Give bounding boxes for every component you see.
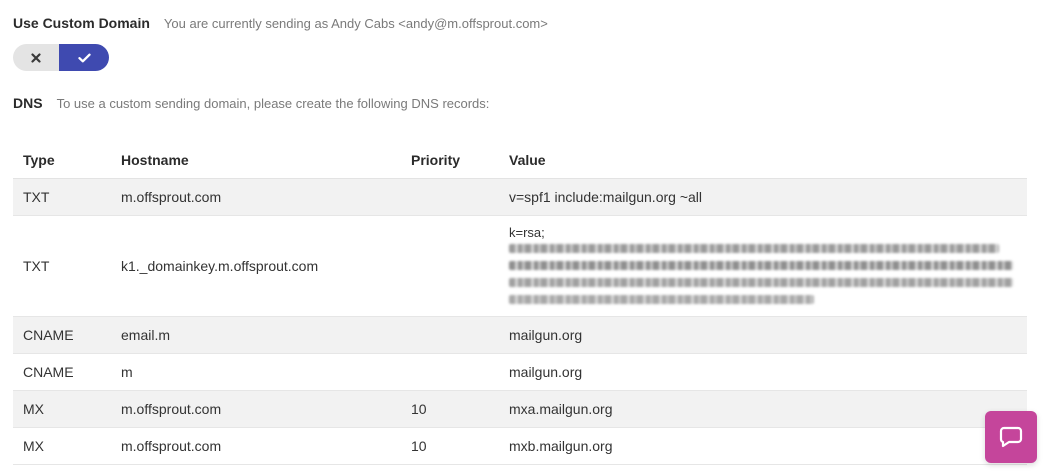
dns-instructions: To use a custom sending domain, please c… <box>56 96 490 111</box>
cell-type: TXT <box>13 178 111 216</box>
table-header-row: Type Hostname Priority Value <box>13 141 1027 179</box>
redacted-line <box>509 294 814 304</box>
x-icon <box>31 52 41 63</box>
table-row: TXT k1._domainkey.m.offsprout.com k=rsa; <box>13 215 1027 317</box>
cell-type: TXT <box>13 215 111 317</box>
cell-value: mailgun.org <box>499 316 1027 354</box>
check-icon <box>77 53 91 62</box>
cell-value: mxb.mailgun.org <box>499 427 1027 465</box>
cell-priority: 10 <box>401 427 499 465</box>
table-row: CNAME email.m mailgun.org <box>13 316 1027 354</box>
dns-title: DNS <box>13 95 43 111</box>
table-row: TXT m.offsprout.com v=spf1 include:mailg… <box>13 178 1027 216</box>
custom-domain-toggle[interactable] <box>13 44 109 71</box>
redacted-dkim-key <box>509 242 1015 308</box>
cell-hostname: m.offsprout.com <box>111 178 401 216</box>
header-hostname: Hostname <box>111 141 401 179</box>
cell-hostname: m.offsprout.com <box>111 390 401 428</box>
cell-priority <box>401 215 499 317</box>
toggle-on-button[interactable] <box>59 44 109 71</box>
cell-value: k=rsa; <box>499 215 1027 317</box>
dns-header: DNS To use a custom sending domain, plea… <box>13 95 489 111</box>
cell-hostname: email.m <box>111 316 401 354</box>
redacted-line <box>509 243 999 253</box>
cell-type: CNAME <box>13 316 111 354</box>
toggle-off-button[interactable] <box>13 44 59 71</box>
cell-priority <box>401 353 499 391</box>
header-priority: Priority <box>401 141 499 179</box>
header-type: Type <box>13 141 111 179</box>
chat-bubble-icon <box>999 426 1023 448</box>
dkim-prefix: k=rsa; <box>509 224 545 240</box>
header-value: Value <box>499 141 1027 179</box>
cell-value: mailgun.org <box>499 353 1027 391</box>
cell-value: v=spf1 include:mailgun.org ~all <box>499 178 1027 216</box>
cell-type: MX <box>13 427 111 465</box>
cell-priority: 10 <box>401 390 499 428</box>
cell-hostname: m <box>111 353 401 391</box>
chat-launcher-button[interactable] <box>985 411 1037 463</box>
cell-hostname: k1._domainkey.m.offsprout.com <box>111 215 401 317</box>
cell-priority <box>401 316 499 354</box>
table-row: MX m.offsprout.com 10 mxa.mailgun.org <box>13 390 1027 428</box>
table-row: MX m.offsprout.com 10 mxb.mailgun.org <box>13 427 1027 465</box>
redacted-line <box>509 260 1013 270</box>
cell-value: mxa.mailgun.org <box>499 390 1027 428</box>
sender-note: You are currently sending as Andy Cabs <… <box>163 16 548 31</box>
custom-domain-header: Use Custom Domain You are currently send… <box>13 15 548 31</box>
cell-type: MX <box>13 390 111 428</box>
cell-type: CNAME <box>13 353 111 391</box>
cell-hostname: m.offsprout.com <box>111 427 401 465</box>
cell-priority <box>401 178 499 216</box>
custom-domain-title: Use Custom Domain <box>13 15 150 31</box>
dns-records-table: Type Hostname Priority Value TXT m.offsp… <box>13 141 1027 465</box>
table-row: CNAME m mailgun.org <box>13 353 1027 391</box>
redacted-line <box>509 277 1013 287</box>
